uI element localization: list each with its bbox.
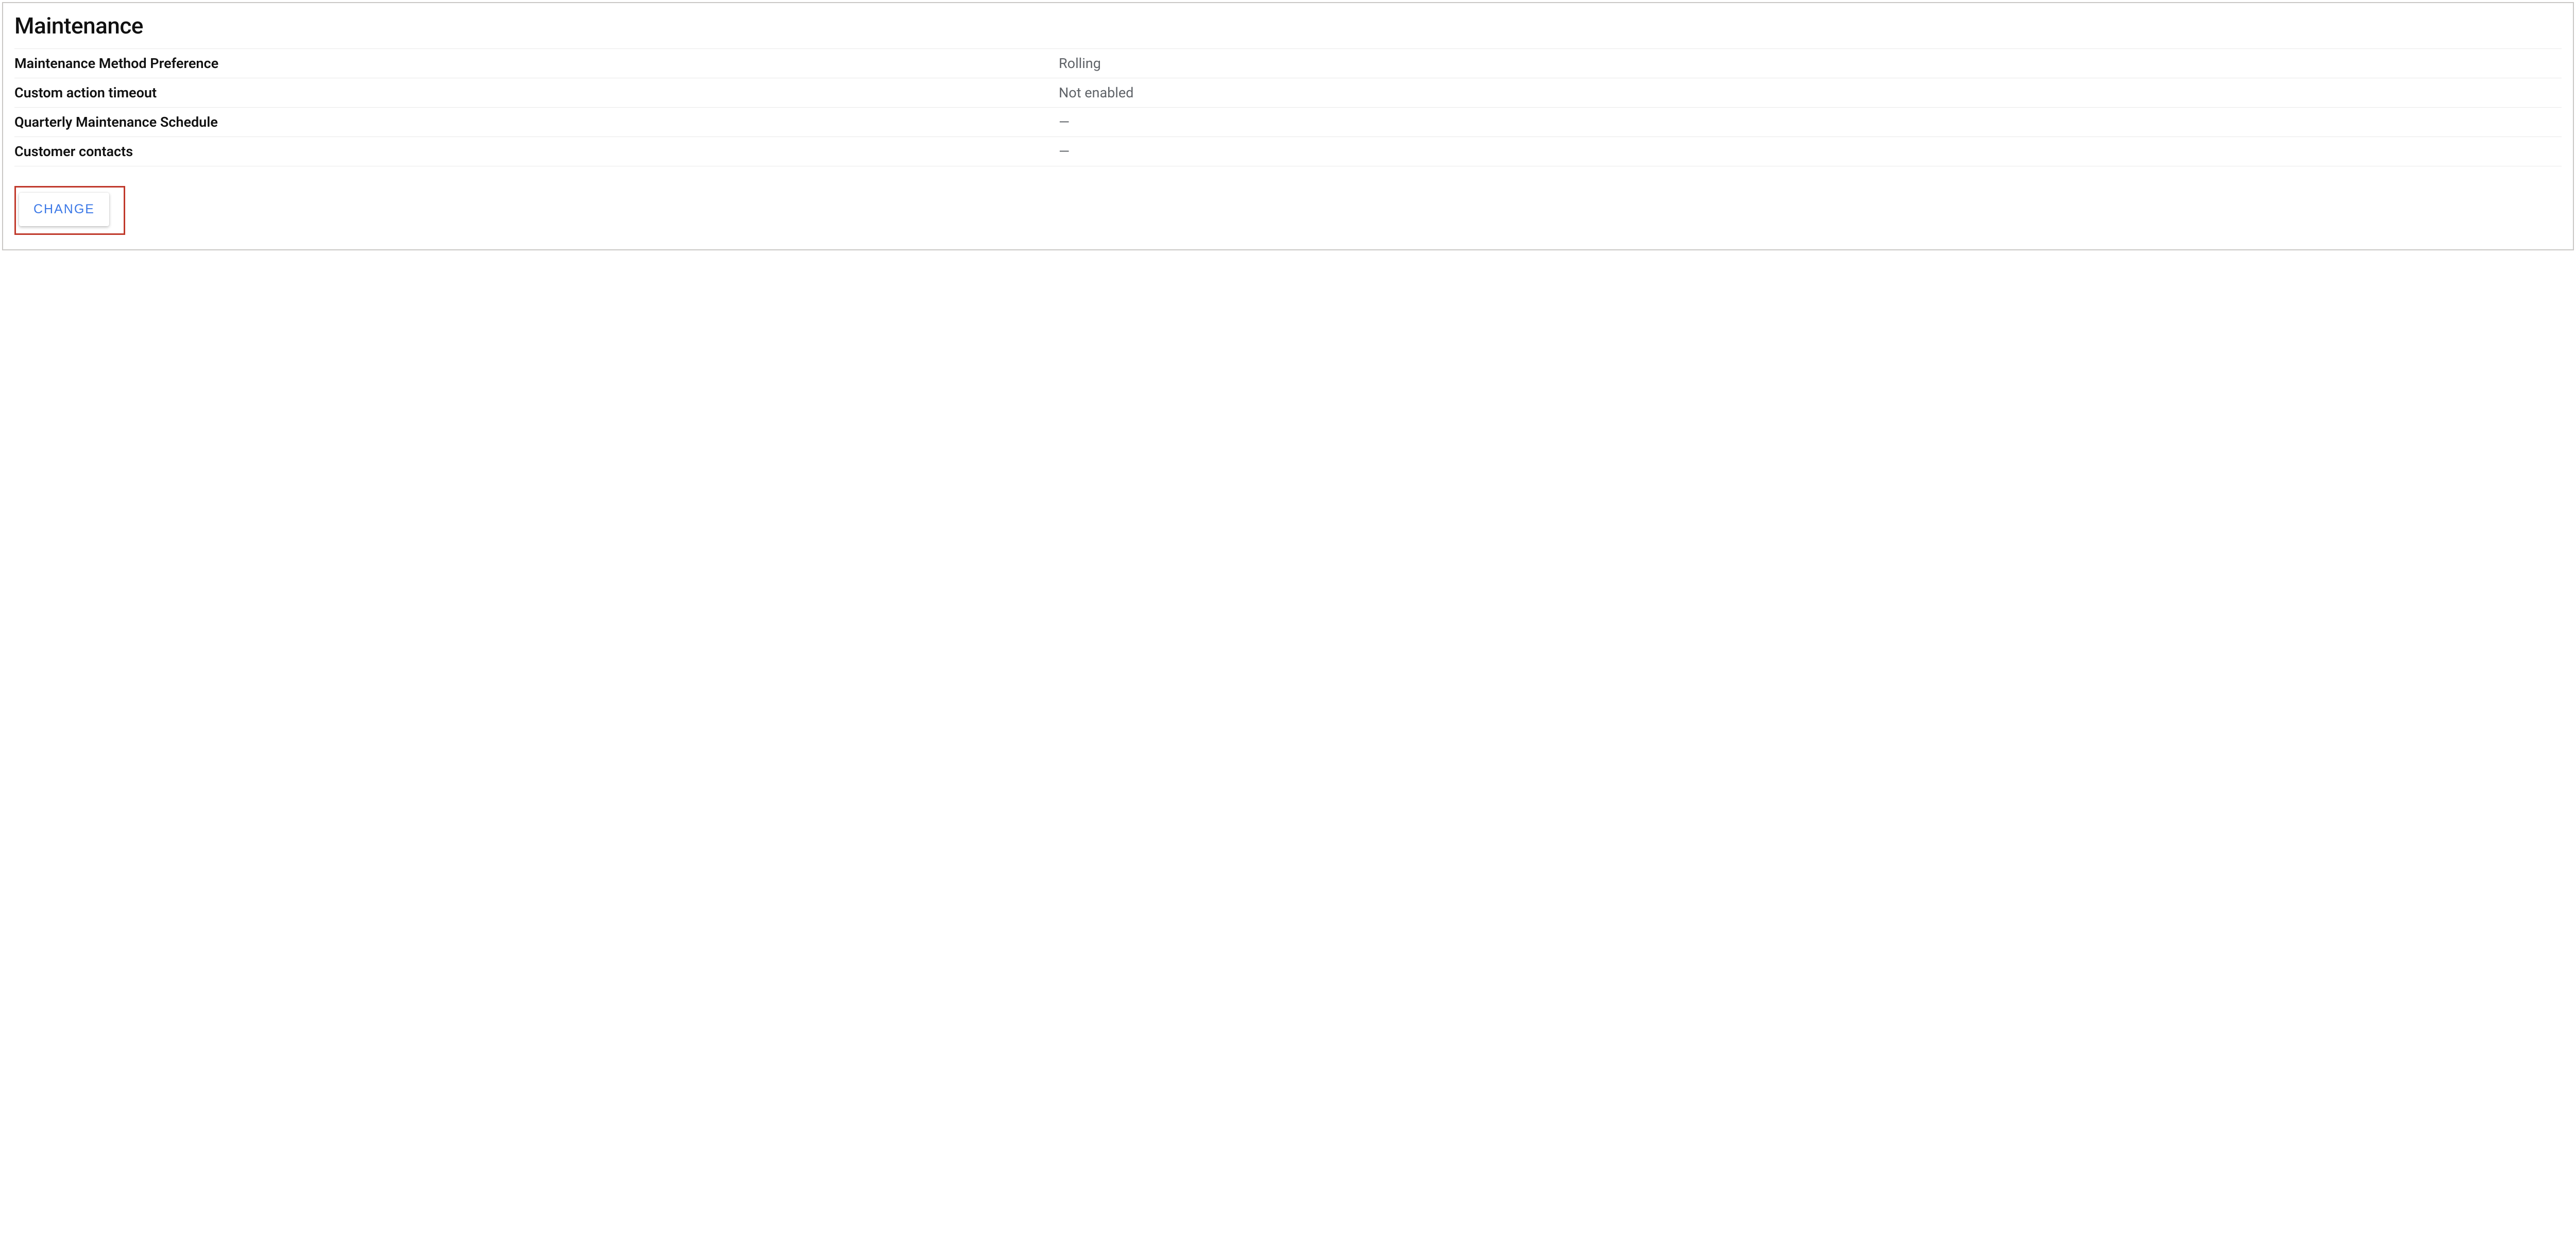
value-custom-action-timeout: Not enabled: [1059, 78, 2562, 108]
maintenance-panel: Maintenance Maintenance Method Preferenc…: [2, 2, 2574, 250]
label-maintenance-method-preference: Maintenance Method Preference: [14, 49, 1059, 78]
row-customer-contacts: Customer contacts —: [14, 137, 2562, 166]
label-custom-action-timeout: Custom action timeout: [14, 78, 1059, 108]
row-quarterly-maintenance-schedule: Quarterly Maintenance Schedule —: [14, 108, 2562, 137]
value-maintenance-method-preference: Rolling: [1059, 49, 2562, 78]
row-custom-action-timeout: Custom action timeout Not enabled: [14, 78, 2562, 108]
value-customer-contacts: —: [1059, 137, 2562, 166]
row-maintenance-method-preference: Maintenance Method Preference Rolling: [14, 49, 2562, 78]
label-quarterly-maintenance-schedule: Quarterly Maintenance Schedule: [14, 108, 1059, 137]
value-quarterly-maintenance-schedule: —: [1059, 108, 2562, 137]
label-customer-contacts: Customer contacts: [14, 137, 1059, 166]
change-button-highlight: CHANGE: [14, 186, 125, 235]
change-button[interactable]: CHANGE: [19, 193, 109, 226]
maintenance-settings-table: Maintenance Method Preference Rolling Cu…: [14, 48, 2562, 166]
section-title: Maintenance: [14, 12, 2562, 39]
